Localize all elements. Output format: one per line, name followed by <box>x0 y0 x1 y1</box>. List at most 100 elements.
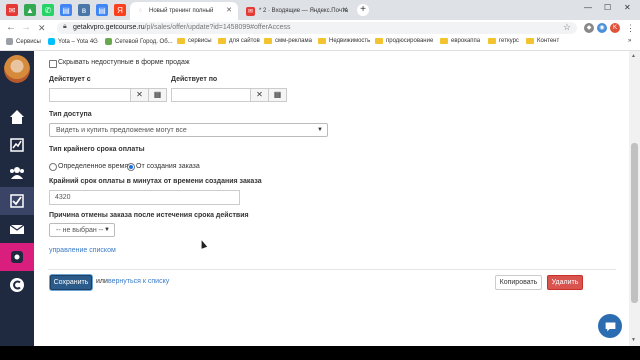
scroll-up-icon[interactable]: ▲ <box>631 53 636 59</box>
chat-bubble-icon <box>605 321 615 331</box>
new-tab-button[interactable]: + <box>357 4 369 16</box>
deadline-fixed-label: Определенное время <box>58 163 129 170</box>
chevron-down-icon: ▼ <box>104 227 110 233</box>
access-type-select[interactable]: Видеть и купить предложение могут все ▼ <box>49 123 328 137</box>
browser-window: ✉ ▲ ✆ ▤ в ▤ Я ◌ Новый тренинг полный ✕ ✉… <box>0 0 640 346</box>
menu-icon[interactable]: ⋮ <box>626 22 635 34</box>
back-to-list-link[interactable]: вернуться к списку <box>108 278 169 285</box>
pinned-tab-vk-icon[interactable]: в <box>78 4 90 16</box>
chat-widget-button[interactable] <box>598 314 622 338</box>
bookmark-folder-eurocappa[interactable]: еврокаппа <box>440 38 480 44</box>
pinned-tab-whatsapp-icon[interactable]: ✆ <box>42 4 54 16</box>
app-sidebar <box>0 51 34 346</box>
manage-list-link[interactable]: управление списком <box>49 247 116 254</box>
deadline-minutes-input[interactable]: 4320 <box>49 190 240 205</box>
stop-icon[interactable]: ✕ <box>38 22 46 34</box>
loading-icon: ◌ <box>138 8 143 14</box>
profile-avatar[interactable]: K <box>610 23 620 33</box>
cancel-reason-label: Причина отмены заказа после истечения ср… <box>49 212 249 219</box>
calendar-valid-to-icon[interactable]: ▦ <box>268 88 287 102</box>
deadline-fixed-radio[interactable] <box>49 163 57 171</box>
bookmark-folder-getcourse[interactable]: геткурс <box>488 38 519 44</box>
valid-to-label: Действует по <box>171 76 218 83</box>
folder-icon <box>177 38 185 44</box>
chart-icon <box>10 138 24 152</box>
maximize-icon[interactable]: ☐ <box>604 3 611 12</box>
envelope-icon <box>9 224 25 234</box>
home-icon <box>10 110 24 124</box>
scroll-down-icon[interactable]: ▼ <box>631 337 636 343</box>
bookmark-folder-smm[interactable]: смм-реклама <box>264 38 312 44</box>
sidebar-item-messages[interactable] <box>0 215 34 243</box>
pinned-tab-yandex-icon[interactable]: Я <box>114 4 126 16</box>
cancel-reason-select[interactable]: -- не выбран -- ▼ <box>49 223 115 237</box>
site-icon <box>105 38 112 45</box>
url-text: getakvpro.getcourse.ru/pl/sales/offer/up… <box>73 24 291 31</box>
clear-valid-to-icon[interactable]: ✕ <box>250 88 269 102</box>
bookmark-network-city[interactable]: Сетевой Город. Об... <box>105 38 173 45</box>
close-tab-icon[interactable]: ✕ <box>342 6 348 14</box>
valid-to-input[interactable] <box>171 88 251 102</box>
sidebar-item-home[interactable] <box>0 103 34 131</box>
bookmark-folder-content[interactable]: Контент <box>526 38 559 44</box>
pinned-tab-docs2-icon[interactable]: ▤ <box>96 4 108 16</box>
tab-title: Новый тренинг полный <box>149 8 214 14</box>
access-type-label: Тип доступа <box>49 111 92 118</box>
bookmark-apps[interactable]: Сервисы <box>6 38 41 45</box>
clear-valid-from-icon[interactable]: ✕ <box>130 88 149 102</box>
save-button[interactable]: Сохранить <box>50 275 92 290</box>
bookmark-yota[interactable]: Yota – Yota 4G <box>48 38 98 45</box>
deadline-minutes-value: 4320 <box>55 194 71 201</box>
close-window-icon[interactable]: ✕ <box>624 3 631 12</box>
sidebar-item-chatium[interactable] <box>0 243 34 271</box>
offer-edit-form: Скрывать недоступные в форме продаж Дейс… <box>34 51 629 346</box>
tab-title: * 2 · Входящие — Яндекс.Почта <box>259 8 348 14</box>
apps-grid-icon <box>6 38 13 45</box>
pinned-tab-mail-icon[interactable]: ✉ <box>6 4 18 16</box>
browser-toolbar: ← → ✕ 🔒︎ getakvpro.getcourse.ru/pl/sales… <box>0 20 640 36</box>
close-tab-icon[interactable]: ✕ <box>226 6 232 14</box>
lock-icon: 🔒︎ <box>63 23 67 30</box>
bookmark-folder-realty[interactable]: Недвижимость <box>318 38 370 44</box>
bookmarks-overflow-icon[interactable]: » <box>628 38 631 44</box>
back-icon[interactable]: ← <box>6 22 16 34</box>
forward-icon[interactable]: → <box>21 22 31 34</box>
yandex-mail-icon: ✉ <box>246 6 255 16</box>
pinned-tab-docs-icon[interactable]: ▤ <box>60 4 72 16</box>
address-bar[interactable]: 🔒︎ getakvpro.getcourse.ru/pl/sales/offer… <box>57 22 577 34</box>
folder-icon <box>264 38 272 44</box>
scrollbar-thumb[interactable] <box>631 143 638 303</box>
extension-icon[interactable]: ◆ <box>584 23 594 33</box>
folder-icon <box>488 38 496 44</box>
access-type-value: Видеть и купить предложение могут все <box>56 127 187 134</box>
delete-button[interactable]: Удалить <box>547 275 583 290</box>
valid-from-input[interactable] <box>49 88 131 102</box>
sidebar-item-tasks[interactable] <box>0 187 34 215</box>
copy-button[interactable]: Копировать <box>495 275 542 290</box>
bookmark-folder-services[interactable]: сервисы <box>177 38 212 44</box>
pinned-tab-drive-icon[interactable]: ▲ <box>24 4 36 16</box>
calendar-valid-from-icon[interactable]: ▦ <box>148 88 167 102</box>
valid-from-label: Действует с <box>49 76 91 83</box>
minimize-icon[interactable]: — <box>584 3 592 12</box>
folder-icon <box>218 38 226 44</box>
deadline-type-label: Тип крайнего срока оплаты <box>49 146 145 153</box>
extension-icon-2[interactable]: ◉ <box>597 23 607 33</box>
tab-getcourse[interactable]: ◌ Новый тренинг полный ✕ <box>130 2 238 20</box>
user-avatar[interactable] <box>4 55 30 83</box>
bookmark-star-icon[interactable]: ☆ <box>563 22 571 33</box>
or-text: или <box>96 278 108 285</box>
sidebar-item-getcourse[interactable] <box>0 271 34 299</box>
tab-yandex-mail[interactable]: ✉ * 2 · Входящие — Яндекс.Почта ✕ <box>240 2 354 20</box>
deadline-from-order-radio[interactable] <box>127 163 135 171</box>
page-scrollbar[interactable]: ▲ ▼ <box>629 51 640 346</box>
sidebar-item-users[interactable] <box>0 159 34 187</box>
bookmark-folder-producing[interactable]: продюсирование <box>375 38 433 44</box>
bookmark-folder-sites[interactable]: для сайтов <box>218 38 260 44</box>
chatium-icon <box>11 251 23 263</box>
sidebar-item-analytics[interactable] <box>0 131 34 159</box>
chevron-down-icon: ▼ <box>317 127 323 133</box>
hide-unavailable-checkbox[interactable] <box>49 60 57 68</box>
folder-icon <box>318 38 326 44</box>
deadline-minutes-label: Крайний срок оплаты в минутах от времени… <box>49 178 262 185</box>
